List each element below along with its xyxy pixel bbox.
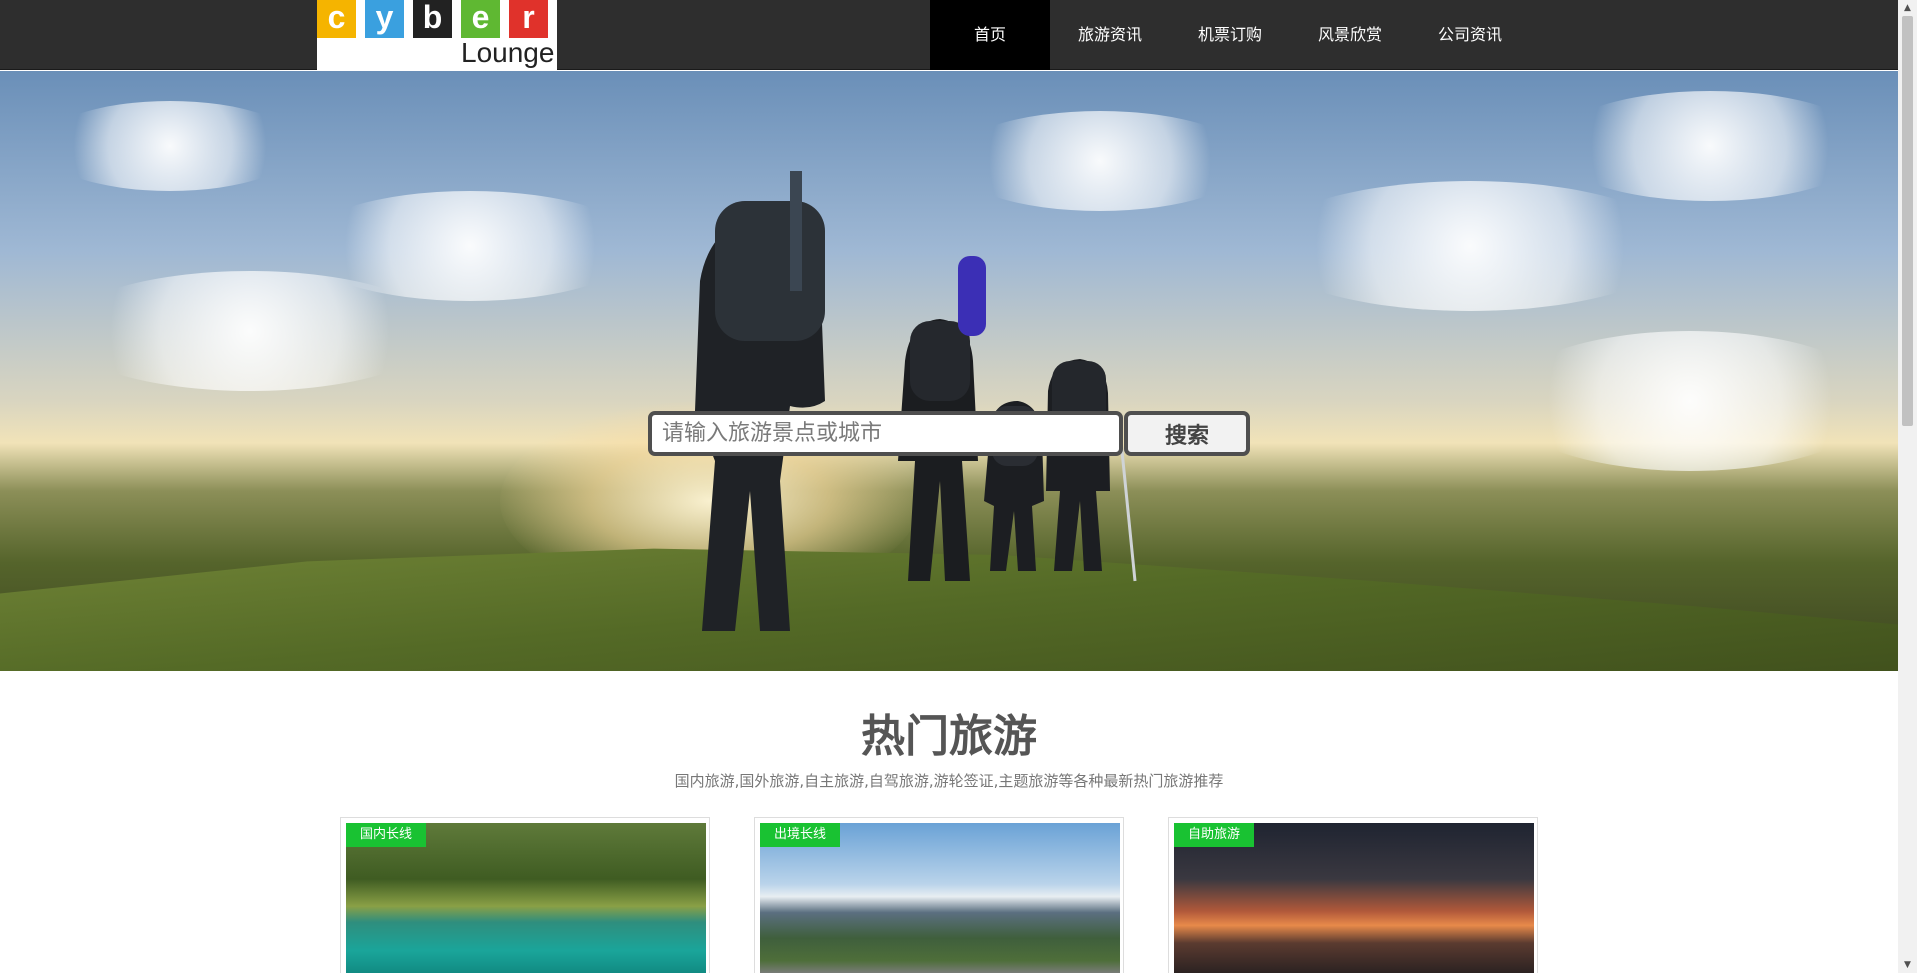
scroll-thumb[interactable] (1902, 16, 1913, 426)
main-nav: 首页 旅游资讯 机票订购 风景欣赏 公司资讯 (930, 0, 1530, 70)
logo-letter-b: b (413, 0, 452, 38)
card-image-mountain-train[interactable]: 出境长线 (760, 823, 1120, 973)
card-tag: 自助旅游 (1174, 823, 1255, 847)
logo-letter-e: e (461, 0, 500, 38)
cloud (40, 101, 300, 191)
scroll-down-arrow-icon[interactable]: ▼ (1898, 957, 1917, 973)
cyber-lounge-logo[interactable]: c y b e r Lounge (317, 0, 557, 70)
logo-letter-c: c (317, 0, 356, 38)
nav-item-company-news[interactable]: 公司资讯 (1410, 0, 1530, 70)
logo-letter-y: y (365, 0, 404, 38)
card-image-lake-forest[interactable]: 国内长线 (346, 823, 706, 973)
cloud (1550, 91, 1870, 201)
hot-travel-title: 热门旅游 (861, 711, 1037, 762)
hero-banner: 搜索 (0, 71, 1898, 671)
travel-card-self-guided[interactable]: 自助旅游 (1168, 817, 1538, 973)
card-tag: 出境长线 (760, 823, 841, 847)
logo-subtitle: Lounge (461, 37, 555, 68)
travel-card-outbound[interactable]: 出境长线 (754, 817, 1124, 973)
nav-item-travel-news[interactable]: 旅游资讯 (1050, 0, 1170, 70)
page-scrollbar[interactable]: ▲ ▼ (1898, 0, 1917, 973)
top-header: c y b e r Lounge 首页 旅游资讯 机票订购 风景欣赏 公司资讯 (0, 0, 1898, 70)
travel-card-domestic[interactable]: 国内长线 (340, 817, 710, 973)
cloud (60, 271, 440, 391)
cloud (1500, 331, 1880, 471)
destination-search-input[interactable] (648, 411, 1123, 456)
card-tag: 国内长线 (346, 823, 427, 847)
nav-item-scenery[interactable]: 风景欣赏 (1290, 0, 1410, 70)
nav-item-home[interactable]: 首页 (930, 0, 1050, 70)
cloud (1260, 181, 1680, 311)
scroll-up-arrow-icon[interactable]: ▲ (1898, 0, 1917, 16)
card-image-sunset-coast[interactable]: 自助旅游 (1174, 823, 1534, 973)
logo-letter-r: r (509, 0, 548, 38)
hot-travel-subtitle: 国内旅游,国外旅游,自主旅游,自驾旅游,游轮签证,主题旅游等各种最新热门旅游推荐 (674, 772, 1224, 790)
nav-item-flight-booking[interactable]: 机票订购 (1170, 0, 1290, 70)
search-button[interactable]: 搜索 (1124, 411, 1250, 456)
